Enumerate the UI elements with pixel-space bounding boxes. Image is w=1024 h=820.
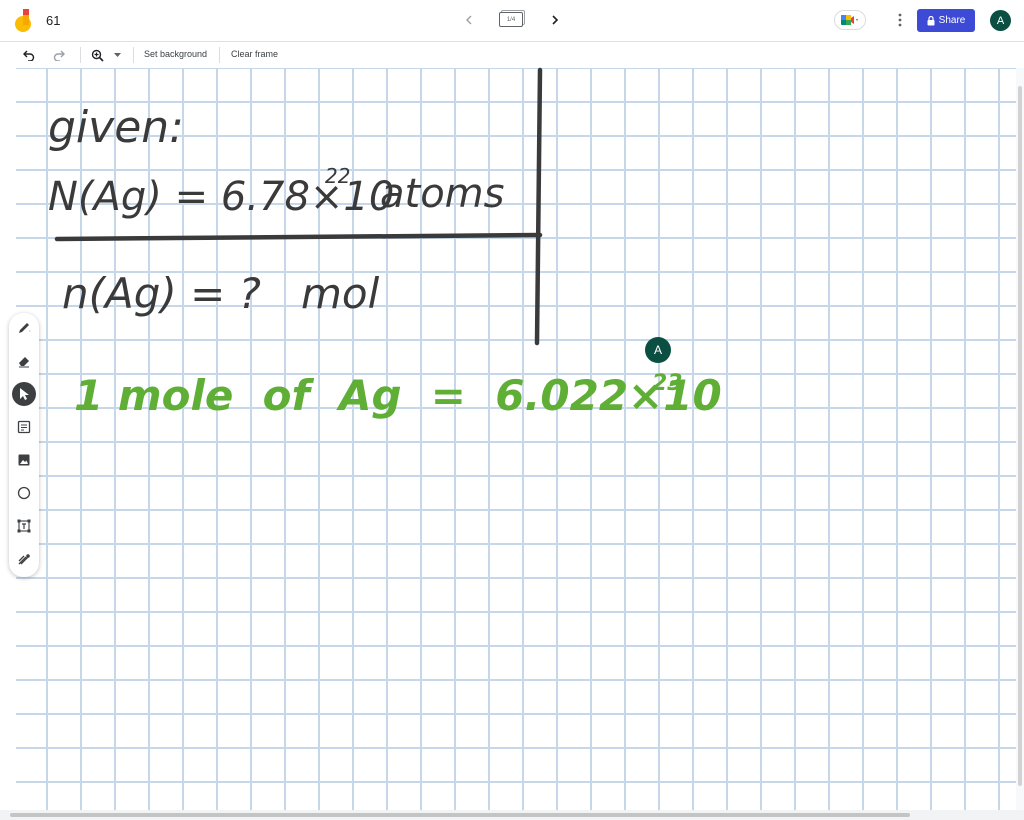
whiteboard-canvas[interactable] [16,68,1016,810]
tool-palette [9,313,39,577]
chevron-left-icon [466,15,472,25]
eraser-icon [19,357,29,368]
frame-toolbar: Set background Clear frame [0,42,1024,67]
pen-icon [19,323,31,333]
horizontal-scroll-thumb[interactable] [10,813,910,817]
redo-icon [53,50,65,61]
toolbar-divider [133,47,134,63]
image-tool[interactable] [12,448,36,472]
zoom-button[interactable] [89,47,105,63]
toolbar-divider [219,47,220,63]
vertical-scrollbar[interactable] [1016,68,1024,810]
undo-button[interactable] [21,47,37,63]
horizontal-scrollbar[interactable] [0,810,1024,820]
text-box-icon [17,519,31,533]
meet-icon [841,15,858,25]
eraser-tool[interactable] [12,349,36,373]
image-icon [18,454,30,466]
undo-icon [23,50,35,61]
frame-counter: 1/4 [499,12,523,27]
select-icon [20,388,29,400]
sticky-note-icon [17,420,31,434]
collaborator-cursor: A [645,337,671,363]
circle-icon [17,486,31,500]
pen-tool[interactable] [12,316,36,340]
vertical-scroll-thumb[interactable] [1018,86,1022,786]
account-avatar[interactable]: A [990,10,1011,31]
sticky-note-tool[interactable] [12,415,36,439]
select-tool[interactable] [12,382,36,406]
lock-icon [927,15,935,25]
toolbar-divider [80,47,81,63]
redo-button[interactable] [51,47,67,63]
clear-frame-button[interactable]: Clear frame [231,49,278,59]
meet-button[interactable] [834,10,866,30]
zoom-dropdown-button[interactable] [111,47,123,63]
caret-down-icon [113,52,121,57]
share-button[interactable]: Share [917,9,975,32]
text-box-tool[interactable] [12,514,36,538]
laser-tool[interactable] [12,547,36,571]
more-vert-icon [898,13,902,27]
share-label: Share [938,15,966,26]
shape-tool[interactable] [12,481,36,505]
top-bar: 61 1/4 Share A [0,0,1024,42]
next-frame-button[interactable] [546,11,564,29]
jamboard-logo-icon[interactable] [14,9,36,33]
document-title[interactable]: 61 [46,13,60,28]
zoom-in-icon [91,49,104,62]
laser-icon [18,554,30,565]
chevron-right-icon [552,15,559,25]
more-options-button[interactable] [892,10,908,30]
previous-frame-button[interactable] [460,11,478,29]
frame-indicator-button[interactable]: 1/4 [497,10,525,30]
set-background-button[interactable]: Set background [144,49,207,59]
